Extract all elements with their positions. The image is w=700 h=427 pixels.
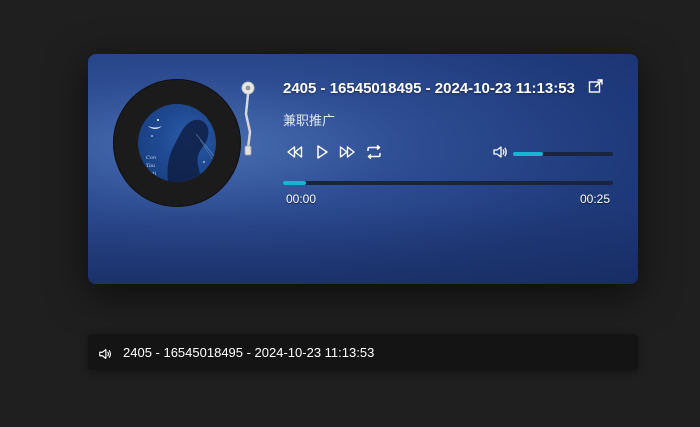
rewind-icon[interactable] bbox=[286, 143, 304, 161]
current-time: 00:00 bbox=[286, 192, 317, 206]
track-artist: 兼职推广 bbox=[283, 113, 336, 128]
volume-icon[interactable] bbox=[492, 144, 508, 160]
tonearm bbox=[238, 80, 258, 160]
volume-level bbox=[513, 152, 543, 156]
fast-forward-icon[interactable] bbox=[338, 143, 356, 161]
repeat-icon[interactable] bbox=[365, 143, 383, 161]
progress-bar[interactable] bbox=[283, 181, 613, 185]
svg-text:Tau: Tau bbox=[146, 163, 155, 169]
svg-text:Ceti: Ceti bbox=[146, 171, 157, 177]
volume-slider[interactable] bbox=[513, 152, 613, 156]
track-title: 2405 - 16545018495 - 2024-10-23 11:13:53 bbox=[283, 80, 575, 97]
svg-text:Con: Con bbox=[146, 155, 156, 161]
progress-fill bbox=[283, 181, 307, 185]
mini-player-bar[interactable]: 2405 - 16545018495 - 2024-10-23 11:13:53 bbox=[88, 334, 638, 370]
duration: 00:25 bbox=[580, 192, 611, 206]
vinyl-record: Con Tau Ceti bbox=[113, 79, 241, 207]
album-cover: Con Tau Ceti bbox=[138, 104, 216, 182]
mini-track-title: 2405 - 16545018495 - 2024-10-23 11:13:53 bbox=[123, 345, 375, 360]
share-icon[interactable] bbox=[588, 78, 604, 94]
music-player-card: Con Tau Ceti 2405 - 16545018495 - 2024-1… bbox=[88, 54, 638, 284]
volume-icon bbox=[98, 347, 112, 361]
play-icon[interactable] bbox=[313, 143, 331, 161]
